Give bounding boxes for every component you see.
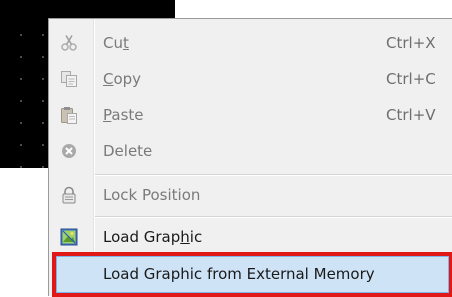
menu-item-shortcut: Ctrl+C [386,70,436,88]
menu-item-shortcut: Ctrl+V [386,106,436,124]
menu-separator [95,216,452,218]
menu-item-cut[interactable]: Cut Ctrl+X [49,25,452,61]
menu-item-label: Cut [103,34,129,52]
menu-item-paste[interactable]: Paste Ctrl+V [49,97,452,133]
copy-icon [59,69,79,89]
menu-item-label: Copy [103,70,142,88]
lock-icon [59,185,79,205]
annotation-red-highlight-box [52,252,452,297]
menu-item-load-graphic[interactable]: Load Graphic [49,219,452,255]
scissors-icon [59,33,79,53]
image-icon [59,227,79,247]
menu-item-copy[interactable]: Copy Ctrl+C [49,61,452,97]
menu-item-label: Paste [103,106,144,124]
menu-item-label: Lock Position [103,186,201,204]
menu-item-shortcut: Ctrl+X [386,34,436,52]
menu-item-label: Delete [103,142,153,160]
canvas-grid-dots-left [0,18,48,168]
context-menu: Cut Ctrl+X Copy Ctrl+C Paste Ctrl+V Dele… [48,18,452,297]
menu-item-delete[interactable]: Delete [49,133,452,169]
delete-icon [59,141,79,161]
canvas-grid-dots-top [0,0,175,18]
menu-item-lock-position[interactable]: Lock Position [49,177,452,213]
menu-separator [95,174,452,176]
paste-icon [59,105,79,125]
menu-item-label: Load Graphic [103,228,203,246]
